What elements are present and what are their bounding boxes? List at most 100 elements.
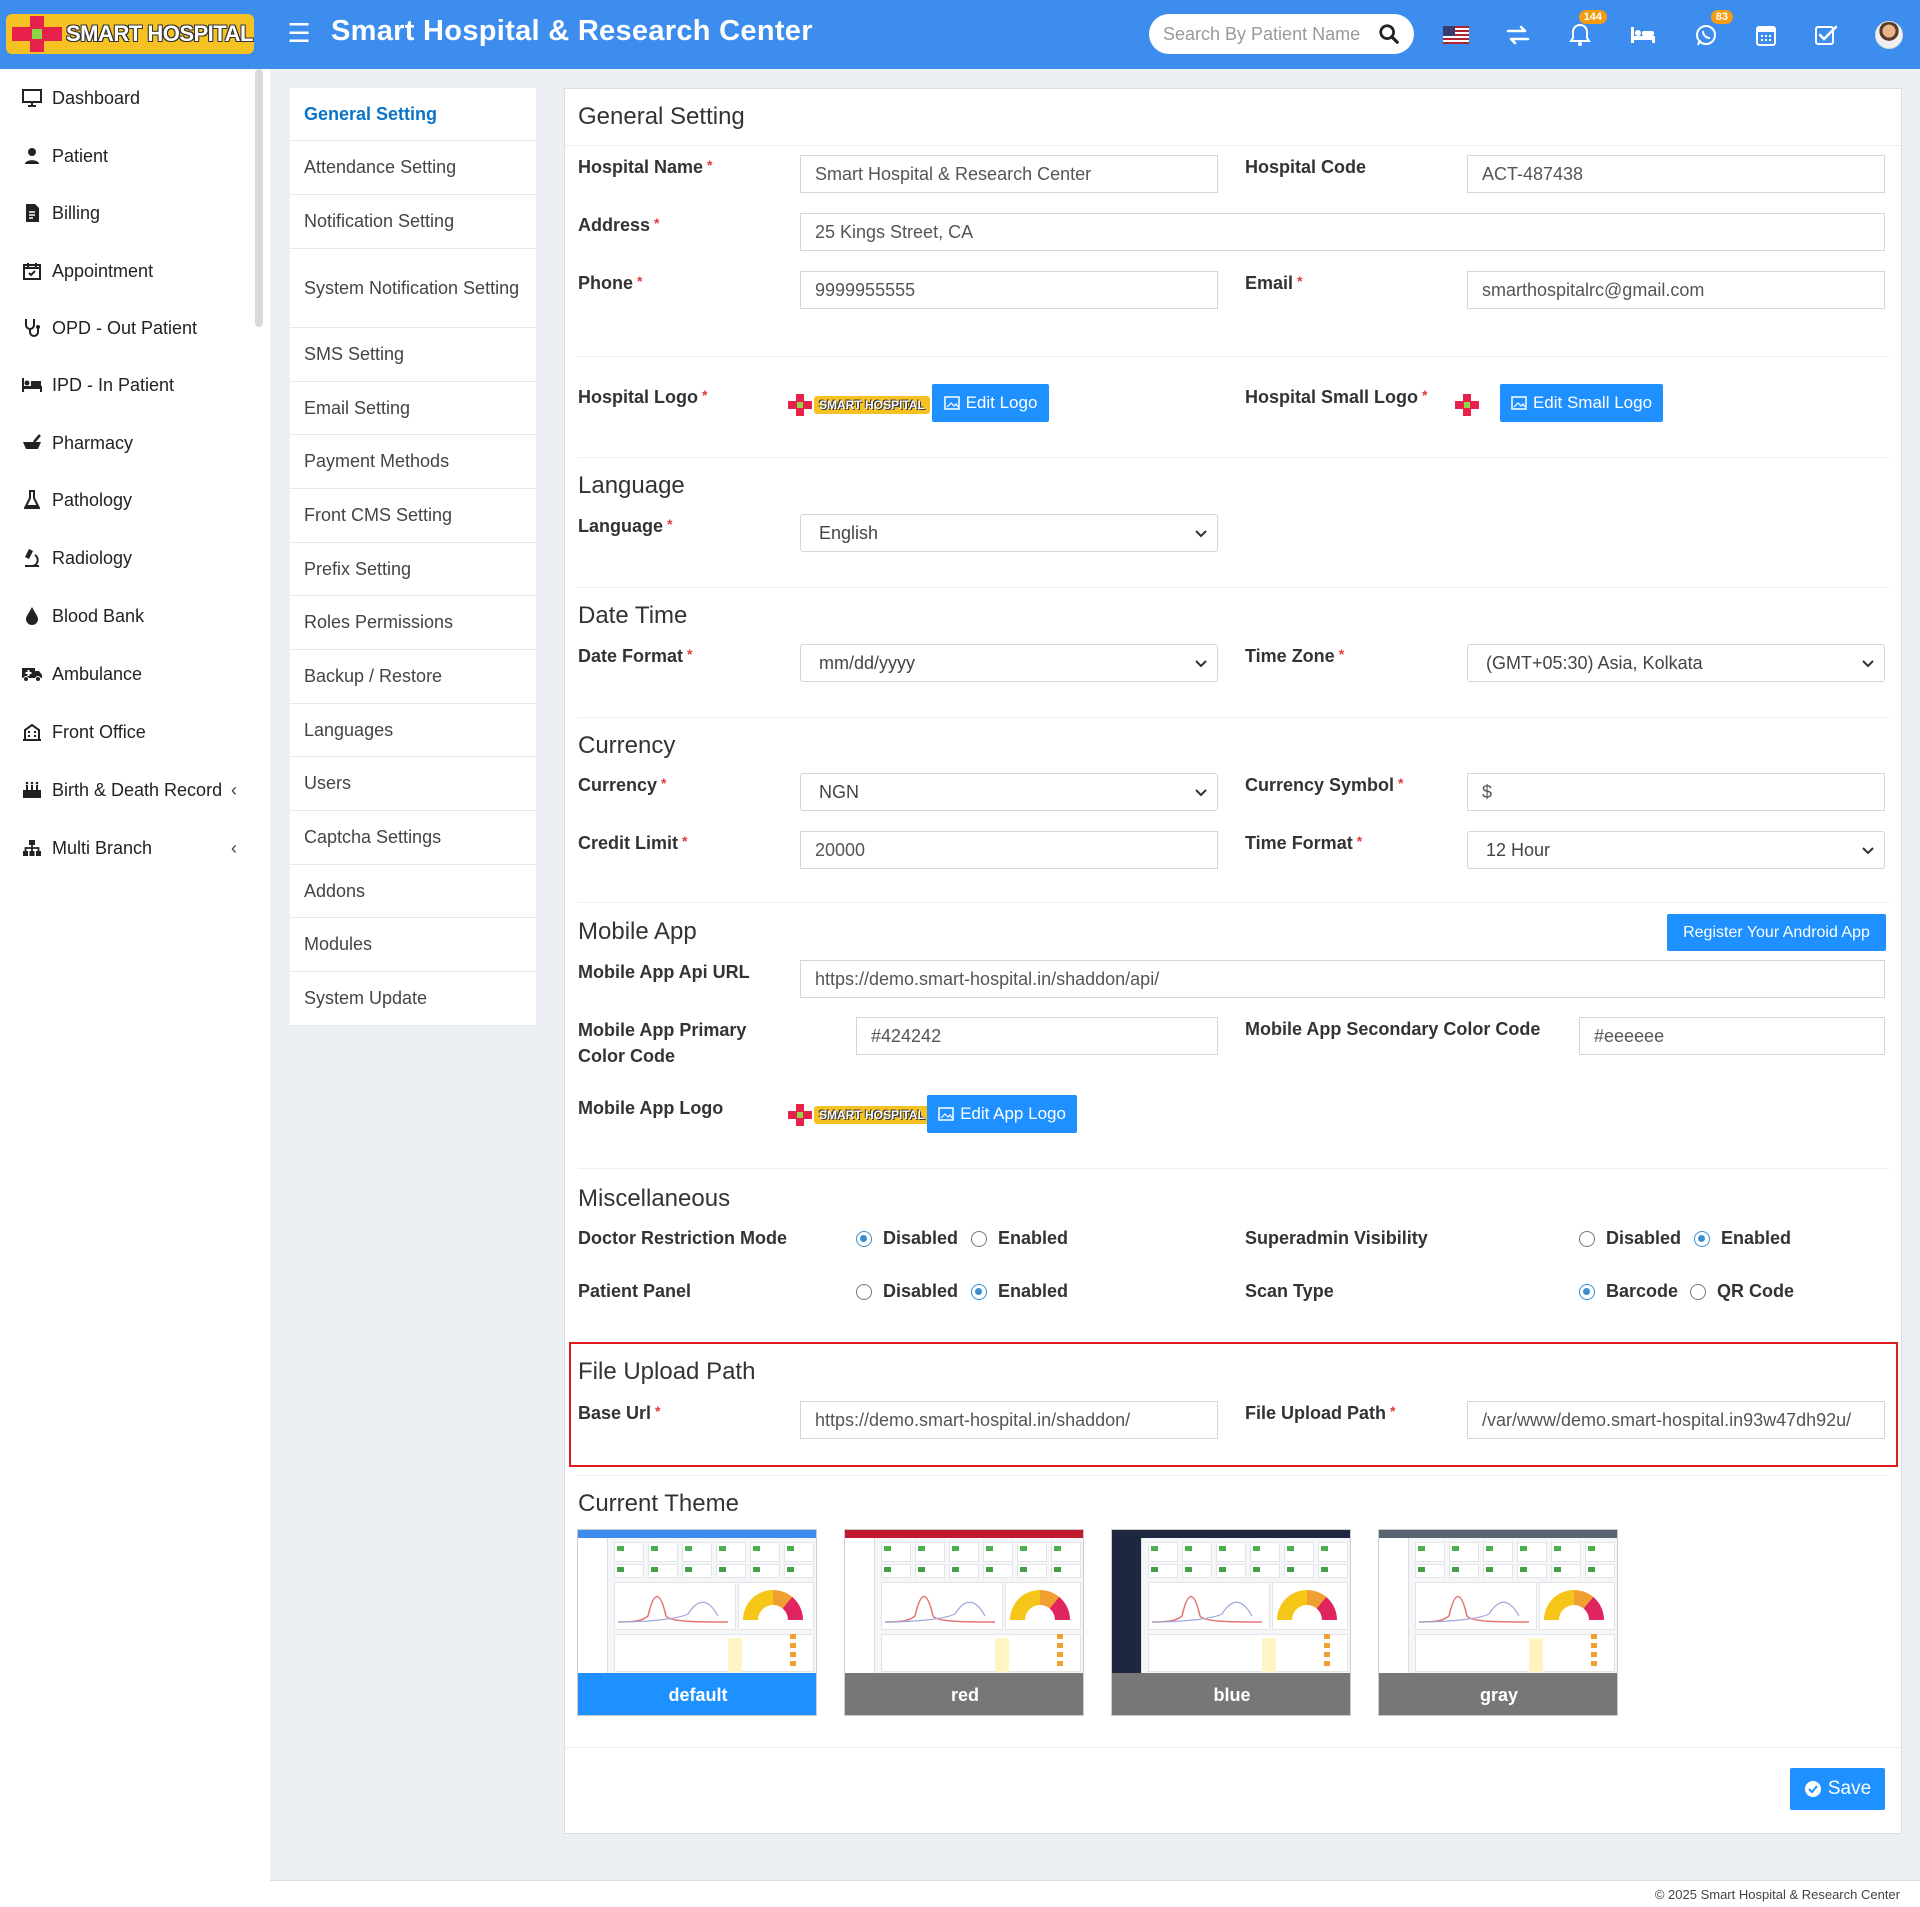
sidebar-item-ambulance[interactable]: Ambulance	[0, 645, 255, 703]
sidebar-item-blood-bank[interactable]: Blood Bank	[0, 587, 255, 645]
misc-section-title: Miscellaneous	[578, 1185, 731, 1212]
calendar-icon[interactable]	[1751, 20, 1781, 50]
bed-icon[interactable]	[1628, 20, 1658, 50]
edit-app-logo-button[interactable]: Edit App Logo	[927, 1095, 1077, 1133]
phone-field[interactable]: 9999955555	[800, 271, 1218, 309]
sidebar-item-billing[interactable]: Billing	[0, 184, 255, 242]
date-format-select[interactable]: mm/dd/yyyy	[800, 644, 1218, 682]
sidebar-item-label: Appointment	[52, 260, 154, 281]
sidebar-item-birth-death-record[interactable]: Birth & Death Record ‹	[0, 761, 255, 819]
theme-red[interactable]: red	[844, 1529, 1084, 1716]
sidebar-item-label: OPD - Out Patient	[52, 317, 198, 338]
email-field[interactable]: smarthospitalrc@gmail.com	[1467, 271, 1885, 309]
image-icon	[938, 1107, 954, 1121]
theme-label: default	[578, 1673, 816, 1715]
invoice-icon	[20, 201, 44, 225]
time-zone-select[interactable]: (GMT+05:30) Asia, Kolkata	[1467, 644, 1885, 682]
file-upload-highlight-box	[569, 1342, 1898, 1467]
settings-menu-captcha-settings[interactable]: Captcha Settings	[290, 811, 536, 865]
hospital-name-field[interactable]: Smart Hospital & Research Center	[800, 155, 1218, 193]
settings-menu-attendance-setting[interactable]: Attendance Setting	[290, 141, 536, 195]
settings-menu-email-setting[interactable]: Email Setting	[290, 382, 536, 435]
api-url-field[interactable]: https://demo.smart-hospital.in/shaddon/a…	[800, 960, 1885, 998]
settings-menu-languages[interactable]: Languages	[290, 704, 536, 757]
edit-logo-button[interactable]: Edit Logo	[932, 384, 1049, 422]
patient-panel-enabled-radio[interactable]: Enabled	[971, 1281, 1068, 1302]
top-navbar: SMART HOSPITAL ☰ Smart Hospital & Resear…	[0, 0, 1920, 69]
search-input[interactable]	[1163, 23, 1363, 45]
language-select[interactable]: English	[800, 514, 1218, 552]
switch-icon[interactable]	[1503, 20, 1533, 50]
sidebar-item-multi-branch[interactable]: Multi Branch ‹	[0, 819, 255, 877]
address-label: Address *	[578, 215, 660, 235]
language-flag-icon[interactable]	[1441, 20, 1471, 50]
scan-type-qrcode-radio[interactable]: QR Code	[1690, 1281, 1794, 1302]
whatsapp-icon[interactable]: 83	[1691, 10, 1733, 50]
edit-small-logo-button[interactable]: Edit Small Logo	[1500, 384, 1663, 422]
credit-limit-field[interactable]: 20000	[800, 831, 1218, 869]
sidebar-item-patient[interactable]: Patient	[0, 127, 255, 185]
secondary-color-field[interactable]: #eeeeee	[1579, 1017, 1885, 1055]
sidebar-item-pharmacy[interactable]: Pharmacy	[0, 414, 255, 472]
divider	[565, 145, 1901, 146]
microscope-icon	[20, 546, 44, 570]
image-icon	[1511, 396, 1527, 410]
sidebar-item-ipd-in-patient[interactable]: IPD - In Patient	[0, 356, 255, 414]
task-check-icon[interactable]	[1812, 20, 1842, 50]
mortar-pestle-icon	[20, 431, 44, 455]
doctor-restriction-enabled-radio[interactable]: Enabled	[971, 1228, 1068, 1249]
scan-type-barcode-radio[interactable]: Barcode	[1579, 1281, 1678, 1302]
doctor-restriction-disabled-radio[interactable]: Disabled	[856, 1228, 958, 1249]
primary-color-field[interactable]: #424242	[856, 1017, 1218, 1055]
theme-default[interactable]: default	[577, 1529, 817, 1716]
search-icon[interactable]	[1378, 23, 1400, 45]
sidebar-item-appointment[interactable]: Appointment	[0, 242, 255, 300]
divider	[578, 457, 1889, 458]
patient-panel-label: Patient Panel	[578, 1281, 692, 1301]
settings-menu-system-update[interactable]: System Update	[290, 972, 536, 1026]
settings-menu-sms-setting[interactable]: SMS Setting	[290, 328, 536, 382]
settings-menu-addons[interactable]: Addons	[290, 865, 536, 918]
sidebar-item-dashboard[interactable]: Dashboard	[0, 69, 255, 127]
settings-menu-roles-permissions[interactable]: Roles Permissions	[290, 596, 536, 650]
settings-menu-notification-setting[interactable]: Notification Setting	[290, 195, 536, 249]
calendar-check-icon	[20, 259, 44, 283]
api-url-label: Mobile App Api URL	[578, 962, 750, 982]
settings-menu-system-notification-setting[interactable]: System Notification Setting	[290, 249, 536, 328]
theme-gray[interactable]: gray	[1378, 1529, 1618, 1716]
save-button[interactable]: Save	[1790, 1768, 1885, 1810]
time-zone-label: Time Zone *	[1245, 646, 1345, 666]
time-format-select[interactable]: 12 Hour	[1467, 831, 1885, 869]
superadmin-enabled-radio[interactable]: Enabled	[1694, 1228, 1791, 1249]
patient-panel-disabled-radio[interactable]: Disabled	[856, 1281, 958, 1302]
menu-toggle-icon[interactable]: ☰	[284, 18, 314, 48]
settings-menu-modules[interactable]: Modules	[290, 918, 536, 972]
hospital-logo-label: Hospital Logo *	[578, 387, 708, 407]
address-field[interactable]: 25 Kings Street, CA	[800, 213, 1885, 251]
notification-bell-icon[interactable]: 144	[1565, 10, 1607, 50]
settings-menu-users[interactable]: Users	[290, 757, 536, 811]
settings-menu-backup-restore[interactable]: Backup / Restore	[290, 650, 536, 704]
hospital-code-field[interactable]: ACT-487438	[1467, 155, 1885, 193]
user-avatar[interactable]	[1874, 20, 1904, 50]
image-icon	[943, 396, 960, 410]
settings-menu-general-setting[interactable]: General Setting	[290, 88, 536, 141]
logo-text: SMART HOSPITAL	[66, 21, 253, 46]
theme-blue[interactable]: blue	[1111, 1529, 1351, 1716]
sidebar-item-front-office[interactable]: Front Office	[0, 703, 255, 761]
sidebar-item-pathology[interactable]: Pathology	[0, 471, 255, 529]
superadmin-disabled-radio[interactable]: Disabled	[1579, 1228, 1681, 1249]
theme-label: gray	[1379, 1673, 1617, 1715]
settings-menu-front-cms-setting[interactable]: Front CMS Setting	[290, 489, 536, 543]
stethoscope-icon	[20, 316, 44, 340]
sidebar-scrollbar[interactable]	[255, 69, 263, 327]
settings-menu-prefix-setting[interactable]: Prefix Setting	[290, 543, 536, 596]
sidebar-item-radiology[interactable]: Radiology	[0, 529, 255, 587]
register-android-app-button[interactable]: Register Your Android App	[1667, 914, 1886, 951]
currency-select[interactable]: NGN	[800, 773, 1218, 811]
currency-symbol-field[interactable]: $	[1467, 773, 1885, 811]
settings-menu-payment-methods[interactable]: Payment Methods	[290, 435, 536, 489]
app-logo[interactable]: SMART HOSPITAL	[6, 14, 254, 54]
sidebar-item-label: Pharmacy	[52, 432, 134, 453]
sidebar-item-opd-out-patient[interactable]: OPD - Out Patient	[0, 299, 255, 357]
